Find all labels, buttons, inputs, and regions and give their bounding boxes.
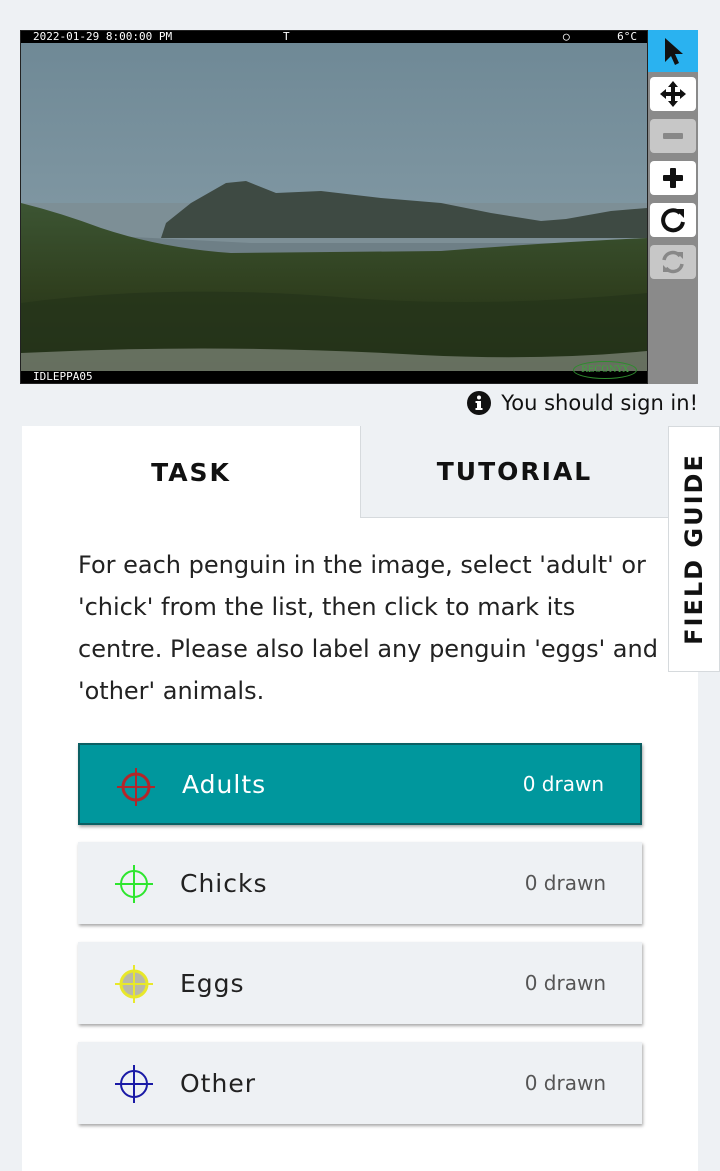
image-toolbar (648, 30, 698, 384)
crosshair-icon (115, 865, 153, 903)
tab-tutorial[interactable]: TUTORIAL (360, 426, 668, 518)
camera-flag: T (283, 30, 290, 43)
marking-tool-eggs[interactable]: Eggs 0 drawn (78, 942, 642, 1024)
crosshair-icon (117, 768, 155, 806)
camera-timestamp: 2022-01-29 8:00:00 PM (33, 30, 173, 43)
marking-tool-label: Adults (182, 769, 267, 799)
landscape-photo (21, 43, 647, 371)
marking-tool-other[interactable]: Other 0 drawn (78, 1042, 642, 1124)
rotate-button[interactable] (648, 199, 698, 241)
pan-button[interactable] (648, 73, 698, 115)
moon-phase-icon: ◯ (563, 30, 570, 43)
camera-id: IDLEPPA05 (33, 370, 93, 383)
camera-info-bar: 2022-01-29 8:00:00 PM T ◯ 6°C (21, 31, 647, 43)
marking-tool-count: 0 drawn (524, 1071, 606, 1095)
field-guide-tab[interactable]: FIELD GUIDE (668, 426, 720, 672)
camera-brand-logo: RECONYX (573, 361, 637, 379)
crosshair-icon (115, 965, 153, 1003)
marking-tool-label: Other (180, 1068, 256, 1098)
pointer-button[interactable] (648, 30, 698, 72)
marking-tool-count: 0 drawn (522, 772, 604, 796)
subject-image-viewer[interactable]: 2022-01-29 8:00:00 PM T ◯ 6°C IDLEPPA05 … (20, 30, 648, 384)
marking-tool-chicks[interactable]: Chicks 0 drawn (78, 842, 642, 924)
sign-in-text: You should sign in! (501, 391, 698, 415)
reset-button[interactable] (648, 241, 698, 283)
minus-icon (663, 133, 683, 139)
marking-tool-count: 0 drawn (524, 871, 606, 895)
marking-tool-label: Eggs (180, 968, 245, 998)
field-guide-label: FIELD GUIDE (680, 453, 709, 645)
sign-in-notice[interactable]: You should sign in! (467, 390, 698, 416)
marking-tool-label: Chicks (180, 868, 268, 898)
zoom-in-button[interactable] (648, 157, 698, 199)
plus-icon (663, 168, 683, 188)
zoom-out-button[interactable] (648, 115, 698, 157)
info-icon (467, 391, 492, 415)
rotate-icon (661, 208, 685, 233)
refresh-icon (662, 250, 684, 274)
move-arrows-icon (660, 81, 686, 107)
camera-id-bar: IDLEPPA05 (21, 371, 647, 383)
marking-tool-adults[interactable]: Adults 0 drawn (78, 743, 642, 825)
tab-task[interactable]: TASK (22, 426, 360, 518)
task-panel: TASK TUTORIAL For each penguin in the im… (22, 426, 698, 1171)
cursor-arrow-icon (665, 38, 683, 65)
camera-temperature: 6°C (617, 30, 637, 43)
task-instructions: For each penguin in the image, select 'a… (78, 551, 658, 705)
marking-tool-count: 0 drawn (524, 971, 606, 995)
task-tabs: TASK TUTORIAL (22, 426, 668, 518)
crosshair-icon (115, 1065, 153, 1103)
